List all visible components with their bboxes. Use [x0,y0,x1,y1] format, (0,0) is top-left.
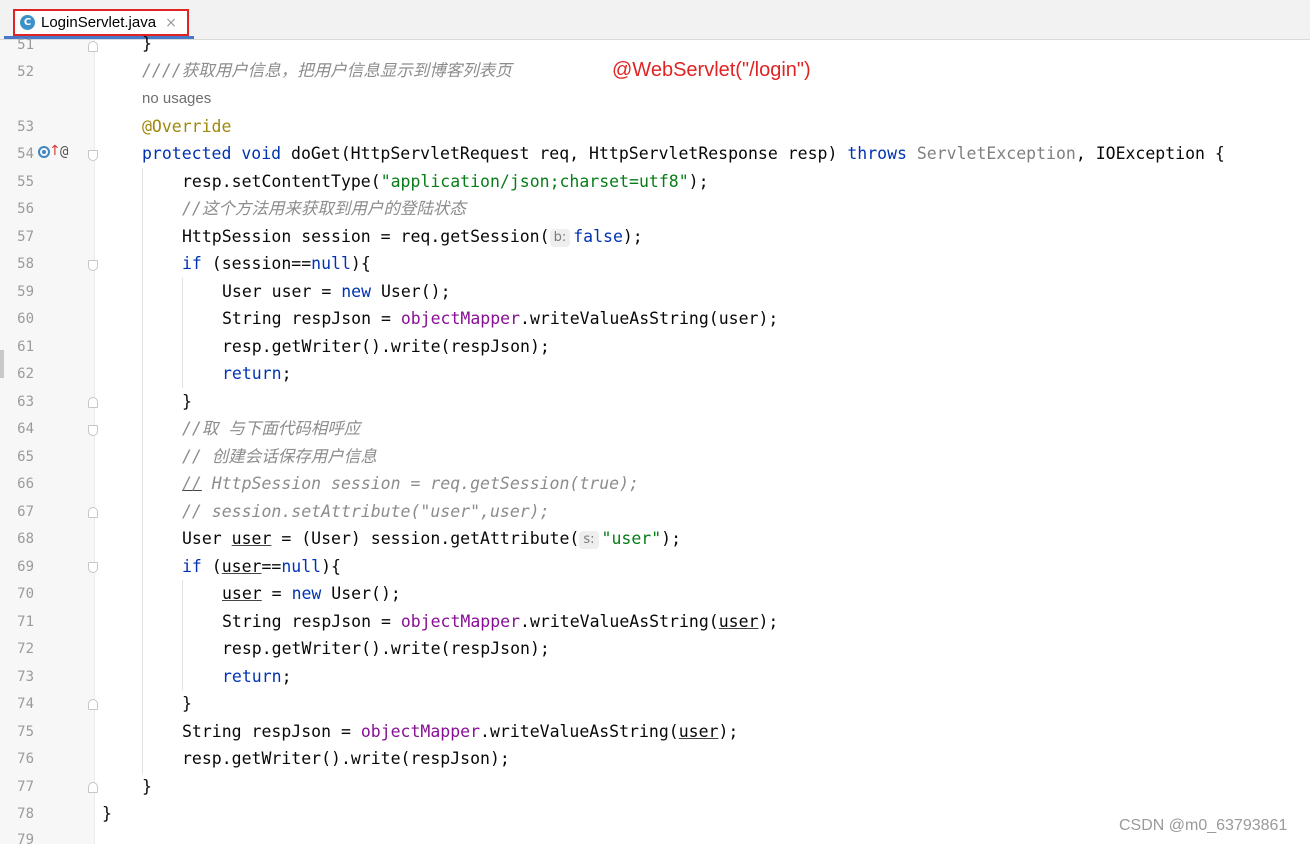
line-number: 73 [17,669,34,685]
code-editor[interactable]: 51 52 53 54 55 56 57 58 59 60 61 62 63 6… [0,0,1310,848]
line-number: 75 [17,724,34,740]
indent-guide [142,168,143,774]
override-annotation-icon[interactable]: @ [60,144,68,160]
code-line-75: String respJson = objectMapper.writeValu… [182,722,739,741]
line-number: 63 [17,394,34,410]
code-line-67: // session.setAttribute("user",user); [182,502,550,521]
line-number: 55 [17,174,34,190]
override-arrow-up-icon[interactable]: ↑ [49,143,61,159]
code-line-54: protected void doGet(HttpServletRequest … [142,144,1225,163]
code-line-76: resp.getWriter().write(respJson); [182,749,510,768]
fold-marker-icon[interactable] [88,397,98,408]
line-number: 56 [17,201,34,217]
param-hint: b: [549,229,571,247]
fold-marker-icon[interactable] [88,507,98,518]
code-line-55: resp.setContentType("application/json;ch… [182,172,709,191]
line-number: 61 [17,339,34,355]
line-number: 76 [17,751,34,767]
line-number: 74 [17,696,34,712]
line-number: 65 [17,449,34,465]
code-line-69: if (user==null){ [182,557,341,576]
line-number: 70 [17,586,34,602]
fold-marker-icon[interactable] [88,41,98,52]
line-number: 66 [17,476,34,492]
line-number: 71 [17,614,34,630]
line-number: 62 [17,366,34,382]
fold-marker-icon[interactable] [88,425,98,436]
line-number: 51 [17,37,34,53]
fold-marker-icon[interactable] [88,150,98,161]
param-hint: s: [579,531,599,549]
line-number: 57 [17,229,34,245]
code-line-53: @Override [142,117,232,136]
line-number: 52 [17,64,34,80]
line-number: 58 [17,256,34,272]
code-line-64: //取 与下面代码相呼应 [182,419,361,438]
code-line-58: if (session==null){ [182,254,371,273]
line-number: 60 [17,311,34,327]
code-line-52: ////获取用户信息，把用户信息显示到博客列表页 [142,61,512,80]
code-line-61: resp.getWriter().write(respJson); [222,337,550,356]
code-line-78: } [102,804,112,823]
code-line-57: HttpSession session = req.getSession(b: f… [182,227,643,247]
indent-guide [182,278,183,388]
fold-marker-icon[interactable] [88,699,98,710]
line-number: 68 [17,531,34,547]
code-line-59: User user = new User(); [222,282,451,301]
code-line-72: resp.getWriter().write(respJson); [222,639,550,658]
fold-marker-icon[interactable] [88,782,98,793]
code-line-60: String respJson = objectMapper.writeValu… [222,309,779,328]
line-number: 69 [17,559,34,575]
indent-guide [182,580,183,690]
code-line-63: } [182,392,192,411]
line-number: 79 [17,832,34,848]
line-number: 77 [17,779,34,795]
code-line-74: } [182,694,192,713]
line-number: 72 [17,641,34,657]
line-number: 59 [17,284,34,300]
line-number: 78 [17,806,34,822]
code-line-66: // HttpSession session = req.getSession(… [182,474,639,493]
webservlet-annotation-note: @WebServlet("/login") [612,59,811,81]
csdn-watermark: CSDN @m0_63793861 [1119,817,1288,834]
line-number: 64 [17,421,34,437]
code-line-62: return; [222,364,292,383]
fold-marker-icon[interactable] [88,260,98,271]
line-number: 67 [17,504,34,520]
fold-marker-icon[interactable] [88,562,98,573]
code-line-56: //这个方法用来获取到用户的登陆状态 [182,199,466,218]
code-line-73: return; [222,667,292,686]
code-line-51: } [142,34,152,53]
code-line-71: String respJson = objectMapper.writeValu… [222,612,779,631]
code-line-77: } [142,777,152,796]
line-number: 54 [17,146,34,162]
code-line-68: User user = (User) session.getAttribute(… [182,529,682,549]
code-line-65: // 创建会话保存用户信息 [182,447,377,466]
line-number: 53 [17,119,34,135]
code-line-70: user = new User(); [222,584,401,603]
usages-inlay-hint[interactable]: no usages [142,90,211,107]
